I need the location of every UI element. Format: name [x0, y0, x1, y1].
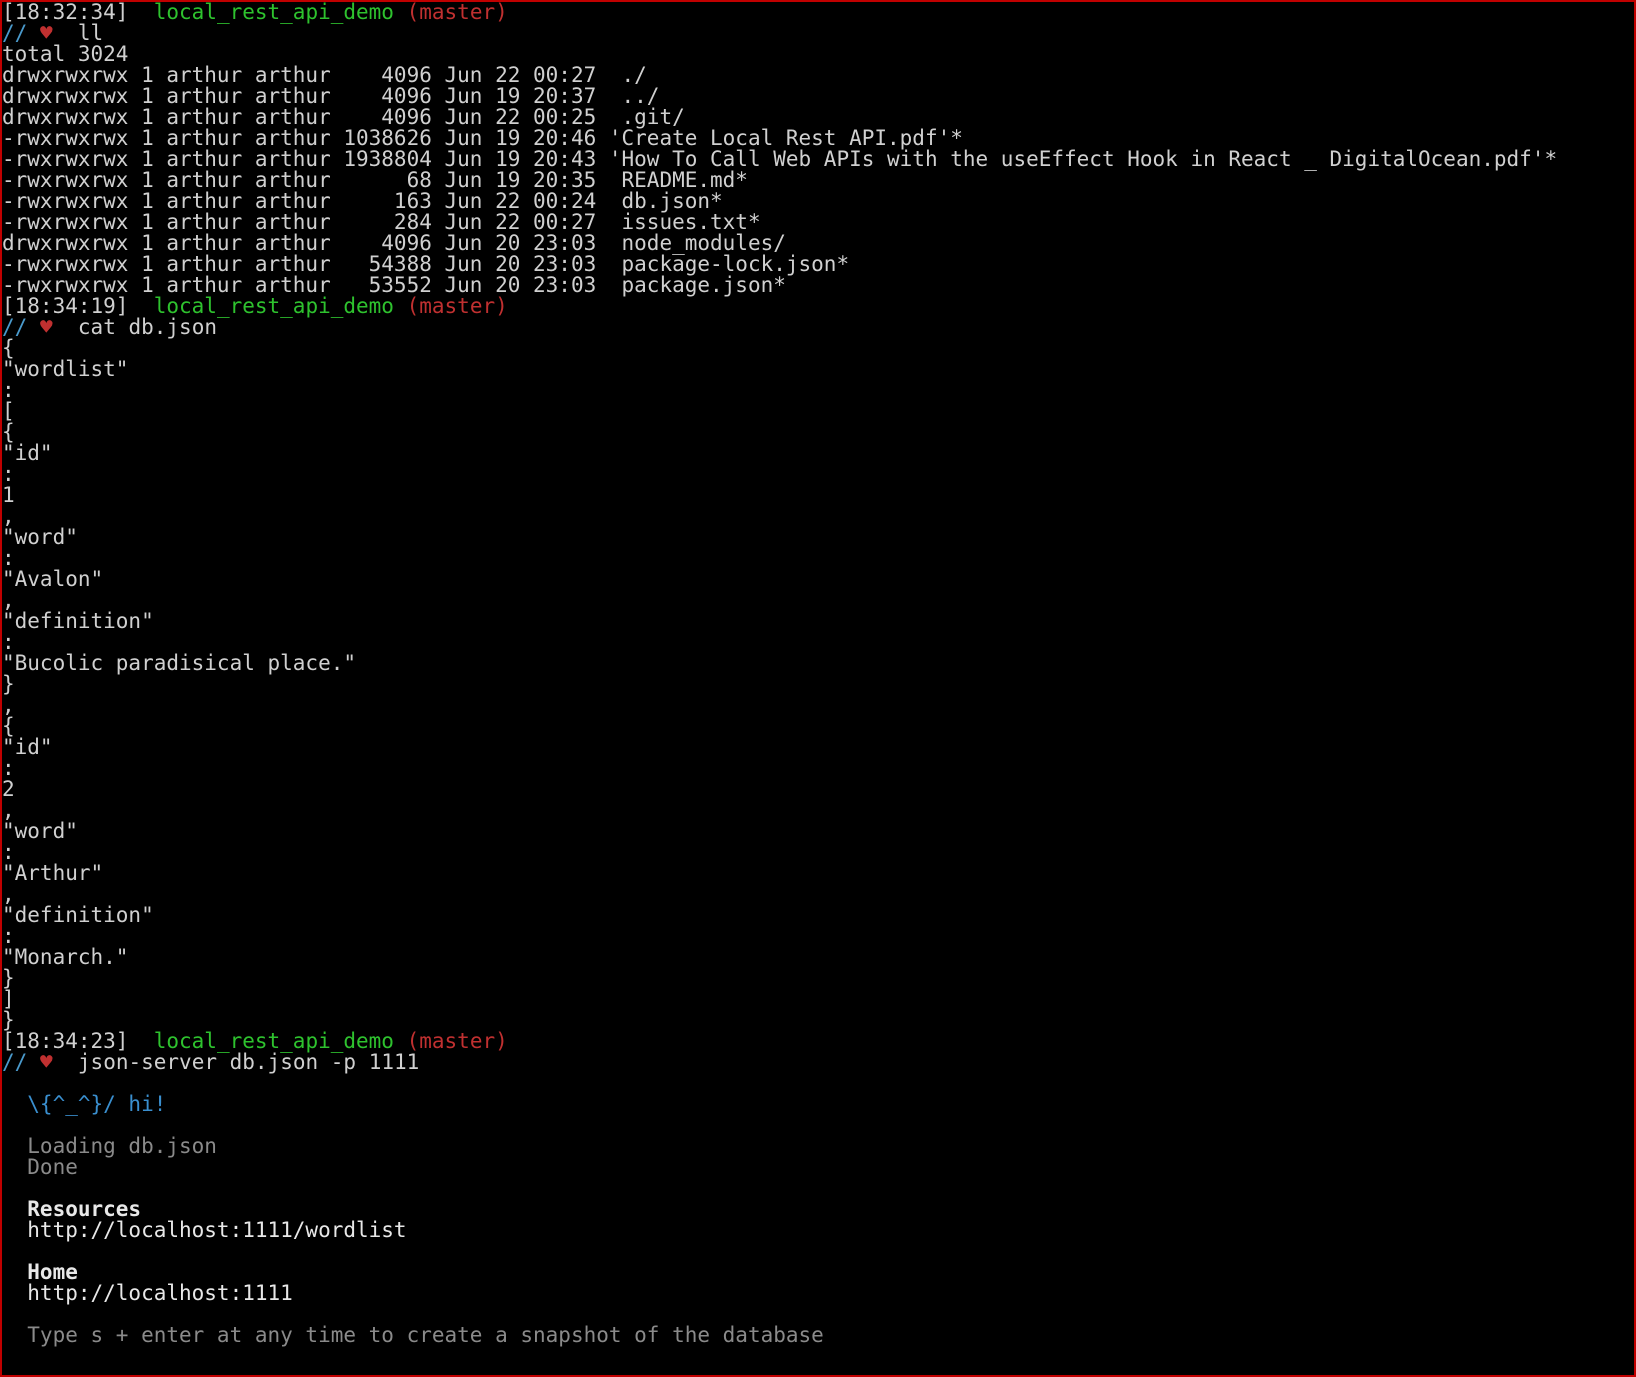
cat-output-line: "definition"	[2, 609, 154, 633]
cat-output-line: "definition"	[2, 903, 154, 927]
cat-output-line: "Monarch."	[2, 945, 128, 969]
terminal-window[interactable]: [18:32:34] local_rest_api_demo (master) …	[0, 0, 1636, 1377]
json-server-tip: Type s + enter at any time to create a s…	[2, 1323, 824, 1347]
prompt-symbol: //	[2, 1050, 27, 1074]
json-server-logo: \{^_^}/ hi!	[2, 1092, 166, 1116]
prompt-cwd: local_rest_api_demo	[154, 0, 394, 24]
cat-output-line: "Arthur"	[2, 861, 103, 885]
cat-output-line: "Avalon"	[2, 567, 103, 591]
prompt-branch: (master)	[407, 0, 508, 24]
command-input[interactable]: cat db.json	[78, 315, 217, 339]
json-server-status: Done	[2, 1155, 78, 1179]
command-input[interactable]: json-server db.json -p 1111	[78, 1050, 419, 1074]
json-server-resource-url: http://localhost:1111/wordlist	[2, 1218, 407, 1242]
heart-icon: ♥	[40, 1050, 53, 1074]
heart-icon: ♥	[40, 315, 53, 339]
prompt-branch: (master)	[407, 1029, 508, 1053]
prompt-branch: (master)	[407, 294, 508, 318]
json-server-home-url: http://localhost:1111	[2, 1281, 293, 1305]
cat-output-line: "Bucolic paradisical place."	[2, 651, 356, 675]
cat-output-line: "wordlist"	[2, 357, 128, 381]
